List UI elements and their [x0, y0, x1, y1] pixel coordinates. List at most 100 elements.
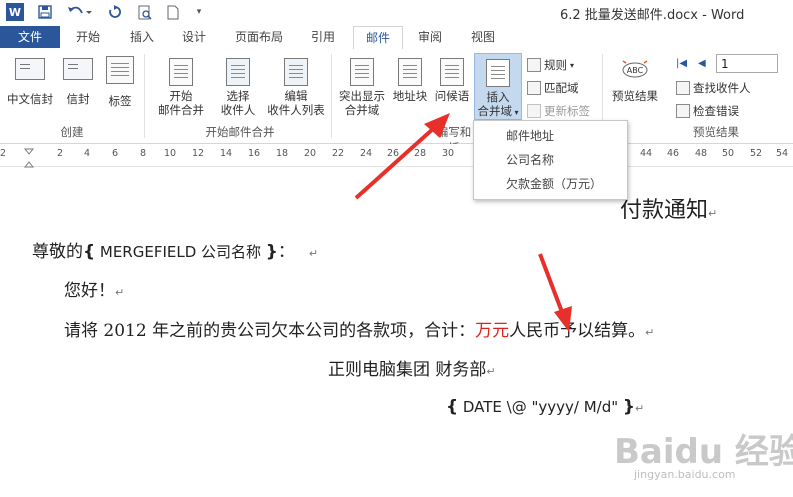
paragraph-mark: ↵	[708, 207, 718, 220]
ruler-tick: 12	[192, 148, 205, 159]
ruler-tick: 48	[695, 148, 708, 159]
rules-label: 规则	[544, 58, 567, 72]
ruler-tick: 14	[220, 148, 233, 159]
tab-view[interactable]: 视图	[458, 26, 508, 48]
signature-line: 正则电脑集团 财务部↵	[328, 355, 496, 380]
rules-icon	[527, 58, 541, 72]
labels-button[interactable]: 标签	[102, 56, 138, 108]
new-document-icon[interactable]	[164, 3, 182, 21]
rules-button[interactable]: 规则 ▾	[527, 57, 574, 73]
match-fields-icon	[527, 81, 541, 95]
word-icon[interactable]: W	[6, 3, 24, 21]
ruler-tick: 2	[57, 148, 64, 159]
chevron-down-icon: ▾	[570, 60, 575, 70]
heading-text: 付款通知	[620, 198, 709, 223]
record-number-input[interactable]: 1	[716, 54, 778, 73]
highlight-merge-fields-button[interactable]: 突出显示 合并域	[336, 58, 388, 117]
company-merge-field[interactable]: MERGEFIELD 公司名称	[95, 243, 266, 261]
envelope-button[interactable]: 信封	[60, 58, 96, 106]
ruler-tick: 44	[640, 148, 653, 159]
edit-recipients-icon	[284, 58, 308, 86]
ruler-tick: 20	[304, 148, 317, 159]
date-merge-field[interactable]: DATE \@ "yyyy/ M/d"	[458, 398, 623, 416]
ruler-tick: 28	[414, 148, 427, 159]
customize-qat-icon[interactable]: ▾	[192, 3, 206, 21]
find-recipient-button[interactable]: 查找收件人	[676, 80, 751, 96]
ruler-tick: 52	[750, 148, 763, 159]
previous-record-icon[interactable]: ◀	[698, 58, 712, 72]
tab-home[interactable]: 开始	[64, 26, 112, 48]
envelope-label: 信封	[66, 92, 90, 106]
print-preview-icon[interactable]	[136, 3, 154, 21]
greeting-line: 您好！↵	[64, 276, 124, 301]
find-recipient-label: 查找收件人	[693, 81, 751, 95]
preview-results-label: 预览结果	[612, 89, 658, 103]
highlight-line1: 突出显示	[339, 89, 385, 103]
indent-marker-icon[interactable]	[23, 148, 35, 168]
ruler-tick: 54	[776, 148, 789, 159]
select-recipients-button[interactable]: 选择 收件人	[212, 58, 264, 117]
highlight-fields-icon	[350, 58, 374, 86]
salutation-line: 尊敬的{ MERGEFIELD 公司名称 }： ↵	[32, 237, 318, 262]
ruler-tick: 24	[360, 148, 373, 159]
update-labels-label: 更新标签	[544, 104, 590, 118]
body-suffix: 人民币予以结算。	[509, 321, 646, 341]
ruler-tick: 50	[722, 148, 735, 159]
address-block-button[interactable]: 地址块	[390, 58, 430, 103]
edit-recipient-list-button[interactable]: 编辑 收件人列表	[264, 58, 328, 117]
field-brace: }	[622, 397, 636, 417]
ruler-tick: 16	[248, 148, 261, 159]
ruler-tick: 8	[140, 148, 147, 159]
tab-file[interactable]: 文件	[0, 26, 60, 48]
tab-mailings[interactable]: 邮件	[353, 26, 403, 50]
document-heading: 付款通知↵	[620, 192, 717, 224]
address-block-icon	[398, 58, 422, 86]
tab-references[interactable]: 引用	[298, 26, 348, 48]
ruler-tick: 30	[442, 148, 455, 159]
paragraph-mark: ↵	[486, 365, 496, 378]
chevron-down-icon: ▾	[511, 108, 519, 117]
undo-icon[interactable]	[64, 3, 94, 21]
ruler-tick: 22	[332, 148, 345, 159]
start-mail-merge-button[interactable]: 开始 邮件合并	[150, 58, 212, 117]
amount-unit-text: 万元	[475, 321, 510, 341]
ruler-tick: 10	[164, 148, 177, 159]
tab-design[interactable]: 设计	[170, 26, 218, 48]
tab-insert[interactable]: 插入	[118, 26, 166, 48]
salutation-prefix: 尊敬的	[32, 242, 83, 262]
merge-field-option[interactable]: 欠款金额（万元）	[474, 172, 627, 196]
ruler-tick: 46	[667, 148, 680, 159]
check-errors-button[interactable]: 检查错误	[676, 103, 739, 119]
check-errors-icon	[676, 104, 690, 118]
update-labels-button[interactable]: 更新标签	[527, 103, 590, 119]
merge-field-dropdown: 邮件地址 公司名称 欠款金额（万元）	[473, 120, 628, 200]
merge-field-option[interactable]: 公司名称	[474, 148, 627, 172]
group-divider	[144, 54, 145, 138]
tab-page-layout[interactable]: 页面布局	[226, 26, 292, 48]
save-icon[interactable]	[36, 3, 54, 21]
merge-field-option[interactable]: 邮件地址	[474, 124, 627, 148]
first-record-icon[interactable]: |◀	[676, 58, 690, 72]
envelope-icon	[63, 58, 93, 80]
signature-text: 正则电脑集团 财务部	[328, 360, 487, 380]
paragraph-mark: ↵	[308, 247, 319, 260]
greeting-line-button[interactable]: 问候语	[432, 58, 472, 103]
watermark-main: Baidu 经验	[614, 432, 793, 472]
match-fields-button[interactable]: 匹配域	[527, 80, 579, 96]
greeting-line-label: 问候语	[434, 89, 470, 103]
tab-review[interactable]: 审阅	[406, 26, 454, 48]
field-brace: }	[265, 242, 278, 262]
insert-field-icon	[486, 59, 510, 87]
address-block-label: 地址块	[392, 89, 428, 103]
ruler-tick: 18	[276, 148, 289, 159]
ruler-tick: 2	[0, 148, 7, 159]
group-divider	[331, 54, 332, 138]
chinese-envelope-button[interactable]: 中文信封	[4, 58, 56, 106]
select-recipients-line2: 收件人	[220, 103, 256, 117]
insert-merge-field-button[interactable]: 插入 合并域 ▾	[474, 53, 522, 120]
redo-icon[interactable]	[106, 3, 124, 21]
select-recipients-line1: 选择	[226, 89, 250, 103]
field-brace: {	[83, 242, 96, 262]
ruler-tick: 6	[112, 148, 119, 159]
preview-results-button[interactable]: ABC 预览结果	[607, 58, 663, 103]
